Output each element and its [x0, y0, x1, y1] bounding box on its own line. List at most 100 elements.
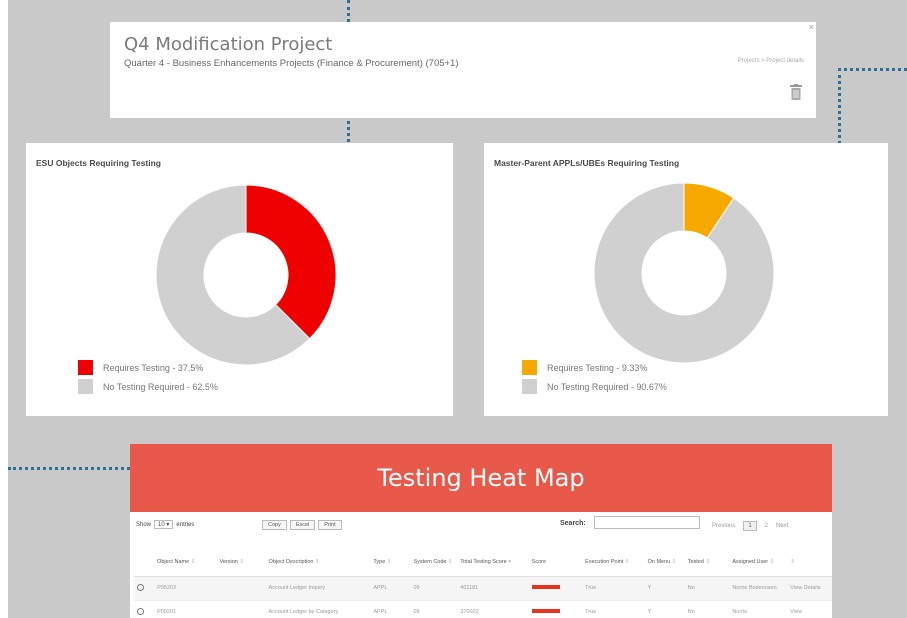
entries-value: 10	[158, 522, 165, 528]
entries-select[interactable]: 10 ▾	[154, 520, 174, 529]
column-label: System Code	[413, 558, 447, 565]
cell-on-menu: Y	[644, 600, 685, 618]
excel-button[interactable]: Excel	[289, 520, 316, 530]
cell-version	[216, 600, 266, 618]
legend-item: Requires Testing - 37.5%	[78, 358, 218, 377]
cell-object-name: P09201	[154, 600, 217, 618]
column-header: ⇕	[787, 548, 832, 577]
breadcrumb[interactable]: Projects > Project details	[738, 58, 804, 64]
legend-label: Requires Testing - 9.33%	[547, 362, 648, 373]
column-label: Total Testing Score	[460, 558, 507, 565]
column-header[interactable]: Object Name ⇕	[154, 548, 217, 577]
cell-object-name: P05203	[154, 576, 217, 601]
cell-on-menu: Y	[644, 576, 685, 601]
legend-swatch	[522, 379, 537, 394]
score-bar	[531, 585, 560, 589]
slide-background: Q4 Modification Project Quarter 4 - Busi…	[8, 0, 907, 618]
cell-system-code: 09	[410, 576, 458, 601]
cell-type: APPL	[370, 576, 411, 601]
legend-swatch	[78, 379, 93, 394]
cell-tested: No	[684, 576, 730, 601]
legend-swatch	[522, 360, 537, 375]
column-header[interactable]: Tested ⇕	[684, 548, 730, 577]
column-label: Execution Point	[585, 558, 624, 565]
project-title: Q4 Modification Project	[124, 34, 333, 55]
connector-line	[8, 467, 130, 470]
legend-item: No Testing Required - 62.5%	[78, 377, 218, 396]
project-header: Q4 Modification Project Quarter 4 - Busi…	[110, 22, 816, 118]
legend-label: No Testing Required - 62.5%	[103, 381, 218, 392]
column-header[interactable]: Total Testing Score ▾	[457, 548, 529, 577]
chart-legend: Requires Testing - 37.5% No Testing Requ…	[78, 358, 218, 396]
column-label: Assigned User	[732, 558, 769, 565]
search-label: Search:	[560, 520, 586, 527]
legend-swatch	[78, 360, 93, 375]
column-label: Tested	[687, 558, 704, 565]
column-label: Version	[219, 558, 238, 565]
table-row[interactable]: P09201 Account Ledger by Category APPL 0…	[134, 600, 832, 618]
page-2-button[interactable]: 2	[765, 523, 768, 529]
column-header[interactable]: On Menu ⇕	[644, 548, 685, 577]
cell-version	[216, 576, 266, 601]
search-input[interactable]	[594, 516, 700, 529]
column-header[interactable]: Object Description ⇕	[265, 548, 371, 577]
column-header-select	[134, 548, 155, 577]
master-donut-chart	[594, 183, 774, 363]
column-label: Type	[373, 558, 386, 565]
cell-assigned-user: Norrie Bodenosen	[729, 576, 788, 601]
column-header[interactable]: System Code ⇕	[410, 548, 458, 577]
cell-description: Account Ledger Inquiry	[265, 576, 371, 601]
close-icon[interactable]: ×	[809, 22, 814, 32]
column-label: Score	[531, 558, 547, 565]
column-header[interactable]: Assigned User ⇕	[729, 548, 788, 577]
cell-execution-point: True	[582, 600, 645, 618]
legend-label: Requires Testing - 37.5%	[103, 362, 204, 373]
export-buttons: Copy Excel Print	[262, 520, 342, 530]
cell-description: Account Ledger by Category	[265, 600, 371, 618]
row-radio[interactable]	[134, 600, 155, 618]
previous-button[interactable]: Previous	[712, 523, 735, 529]
show-entries: Show 10 ▾ entries	[136, 520, 194, 529]
heatmap-table: Object Name ⇕ Version ⇕ Object Descripti…	[134, 548, 832, 618]
master-chart-card: Master-Parent APPLs/UBEs Requiring Testi…	[484, 143, 888, 416]
table-row[interactable]: P05203 Account Ledger Inquiry APPL 09 40…	[134, 576, 832, 601]
radio-icon[interactable]	[137, 607, 144, 615]
esu-chart-card: ESU Objects Requiring Testing Requires T…	[26, 143, 453, 416]
cell-system-code: 09	[410, 600, 458, 618]
column-header[interactable]: Version ⇕	[216, 548, 266, 577]
column-header[interactable]: Execution Point ⇕	[582, 548, 645, 577]
cell-execution-point: True	[582, 576, 645, 601]
heatmap-title: Testing Heat Map	[377, 464, 585, 492]
donut-slice-no-testing-required	[594, 183, 774, 363]
cell-score-bar	[528, 600, 583, 618]
page-1-button[interactable]: 1	[743, 521, 757, 531]
chart-legend: Requires Testing - 9.33% No Testing Requ…	[522, 358, 667, 396]
legend-label: No Testing Required - 90.67%	[547, 381, 667, 392]
view-details-link[interactable]: View	[787, 600, 832, 618]
column-header[interactable]: Type ⇕	[370, 548, 411, 577]
connector-line	[838, 68, 907, 71]
column-label: Object Description	[268, 558, 314, 565]
next-button[interactable]: Next	[776, 523, 788, 529]
heatmap-banner: Testing Heat Map	[130, 444, 832, 512]
view-details-link[interactable]: View Details	[787, 576, 832, 601]
esu-donut-chart	[156, 185, 336, 365]
table-controls: Show 10 ▾ entries Copy Excel Print Searc…	[130, 512, 832, 548]
cell-type: APPL	[370, 600, 411, 618]
cell-assigned-user: Norrie	[729, 600, 788, 618]
cell-total-score: 401181	[457, 576, 529, 601]
legend-item: Requires Testing - 9.33%	[522, 358, 667, 377]
print-button[interactable]: Print	[318, 520, 342, 530]
radio-icon[interactable]	[137, 583, 144, 591]
chart-title: ESU Objects Requiring Testing	[36, 158, 161, 168]
copy-button[interactable]: Copy	[262, 520, 287, 530]
trash-icon[interactable]	[790, 84, 802, 100]
cell-tested: No	[684, 600, 730, 618]
entries-label: entries	[176, 521, 195, 528]
row-radio[interactable]	[134, 576, 155, 601]
column-label: On Menu	[647, 558, 671, 565]
table-header-row: Object Name ⇕ Version ⇕ Object Descripti…	[134, 548, 832, 577]
show-label: Show	[136, 521, 152, 528]
column-header[interactable]: Score	[528, 548, 583, 577]
project-subtitle: Quarter 4 - Business Enhancements Projec…	[124, 58, 459, 69]
